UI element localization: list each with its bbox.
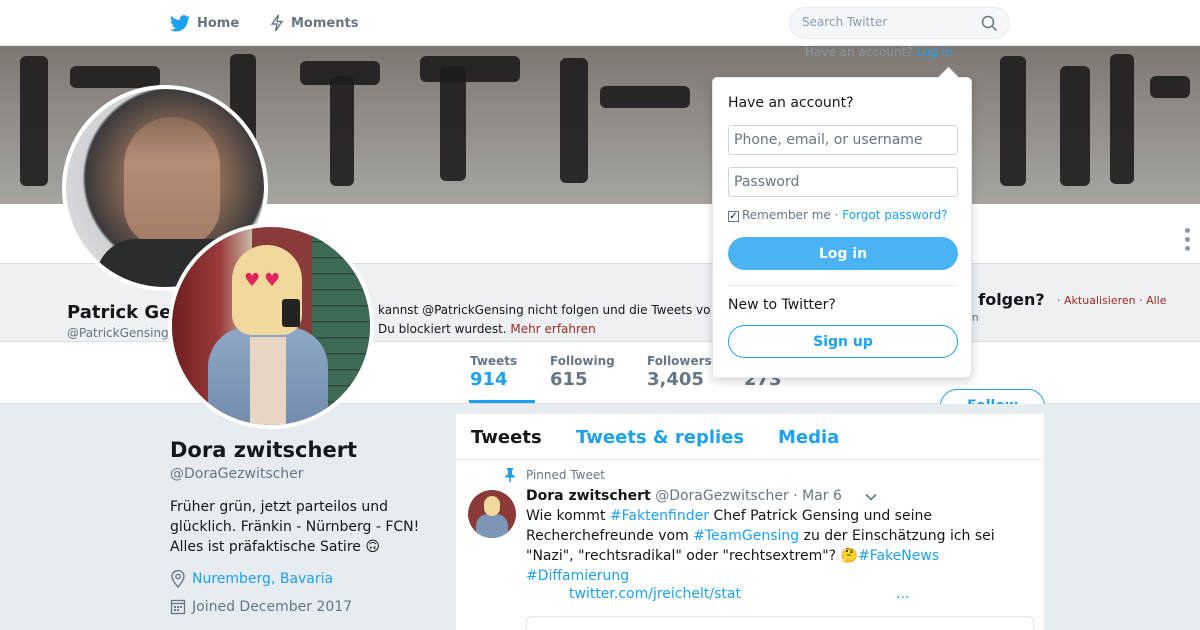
timeline: Tweets Tweets & replies Media Pinned Twe… [456,414,1044,630]
profile-bio: Früher grün, jetzt parteilos und glückli… [170,499,420,555]
tweet-url-link[interactable]: twitter.com/jreichelt/stat [569,586,741,602]
username-field[interactable] [728,125,958,155]
blocked-notice-line1: kannst @PatrickGensing nicht folgen und … [378,303,711,317]
profile-handle[interactable]: @DoraGezwitscher [170,466,304,482]
search-input[interactable] [802,15,972,29]
calendar-icon [170,599,186,615]
remember-me-checkbox[interactable]: ✓ [728,210,739,222]
more-options-icon[interactable]: ••• [1178,226,1194,253]
stat-followers-value: 3,405 [647,369,704,390]
hashtag-link[interactable]: #Diffamierung [526,568,629,584]
quoted-tweet-card[interactable] [526,616,1034,630]
remember-me-row: ✓ Remember me · Forgot password? [728,208,948,222]
tweet-avatar[interactable] [468,490,516,538]
heart-icon: ♥ [264,270,281,291]
stat-followers[interactable]: Followers 3,405 [647,354,712,390]
pinned-tweet-text: Pinned Tweet [526,468,605,482]
new-to-twitter-text: New to Twitter? [728,297,836,313]
log-in-button[interactable]: Log in [728,237,958,270]
have-account-text: Have an account? [805,45,913,59]
pin-icon [505,468,515,482]
tab-tweets-replies[interactable]: Tweets & replies [576,427,744,448]
profile-avatar[interactable]: ♥ ♥ [168,223,374,429]
stat-tweets-label: Tweets [470,354,518,368]
hashtag-link[interactable]: #FakeNews [858,548,939,564]
tweet-author-handle[interactable]: @DoraGezwitscher [655,488,789,504]
stat-followers-label: Followers [647,354,712,368]
who-to-follow-links[interactable]: · Aktualisieren · Alle [1057,294,1167,307]
login-dropdown: Have an account? ✓ Remember me · Forgot … [712,77,972,378]
blocked-notice-line2: Du blockiert wurdest. Mehr erfahren [378,322,596,336]
search-icon[interactable] [981,15,998,32]
learn-more-link[interactable]: Mehr erfahren [510,322,595,336]
tweet-text: Wie kommt #Faktenfinder Chef Patrick Gen… [526,508,995,584]
login-link[interactable]: Log in [916,45,952,59]
remember-me-label[interactable]: Remember me [742,208,831,222]
hashtag-link[interactable]: #TeamGensing [693,528,799,544]
location-pin-icon [171,570,185,588]
profile-joined-text: Joined December 2017 [192,598,353,615]
timeline-tabs: Tweets Tweets & replies Media [456,414,1044,460]
separator-dot: · [830,208,843,222]
nav-moments-label: Moments [291,15,359,31]
pinned-tweet-label: Pinned Tweet [504,468,605,482]
search-box [789,7,1010,39]
top-navigation: Home Moments [0,0,1200,46]
forgot-password-link[interactable]: Forgot password? [842,208,947,222]
sign-up-button[interactable]: Sign up [728,325,958,358]
profile-location: Nuremberg, Bavaria [170,570,333,588]
divider [728,285,958,286]
lightning-icon [270,14,284,32]
have-account-bar: Have an account? Log in [805,45,953,59]
nav-home-label: Home [197,15,240,31]
nav-home[interactable]: Home [170,0,239,46]
stat-tweets[interactable]: Tweets 914 [468,354,536,403]
profile-location-link[interactable]: Nuremberg, Bavaria [192,571,333,587]
tweet-header: Dora zwitschert @DoraGezwitscher · Mar 6 [526,488,842,504]
stat-following-value: 615 [550,369,588,390]
tweet-author-name[interactable]: Dora zwitschert [526,488,651,504]
stat-tweets-value: 914 [470,369,508,390]
tab-tweets[interactable]: Tweets [471,427,542,448]
tweet-url-ellipsis[interactable]: ... [896,586,909,602]
tweet-date[interactable]: · Mar 6 [793,488,842,504]
underlying-profile-handle: @PatrickGensing [67,326,169,340]
nav-moments[interactable]: Moments [270,0,358,46]
underlying-profile-name: Patrick Ge [67,302,172,323]
tab-media[interactable]: Media [778,427,839,448]
password-field[interactable] [728,167,958,197]
stat-following[interactable]: Following 615 [550,354,615,390]
login-dropdown-title: Have an account? [728,95,854,111]
chevron-down-icon[interactable] [864,490,878,504]
twitter-bird-icon [170,14,190,31]
profile-joined: Joined December 2017 [170,598,352,615]
blocked-notice-text: Du blockiert wurdest. [378,322,507,336]
heart-icon: ♥ [244,270,261,291]
profile-name[interactable]: Dora zwitschert [170,438,357,462]
stat-following-label: Following [550,354,615,368]
hashtag-link[interactable]: #Faktenfinder [610,508,709,524]
